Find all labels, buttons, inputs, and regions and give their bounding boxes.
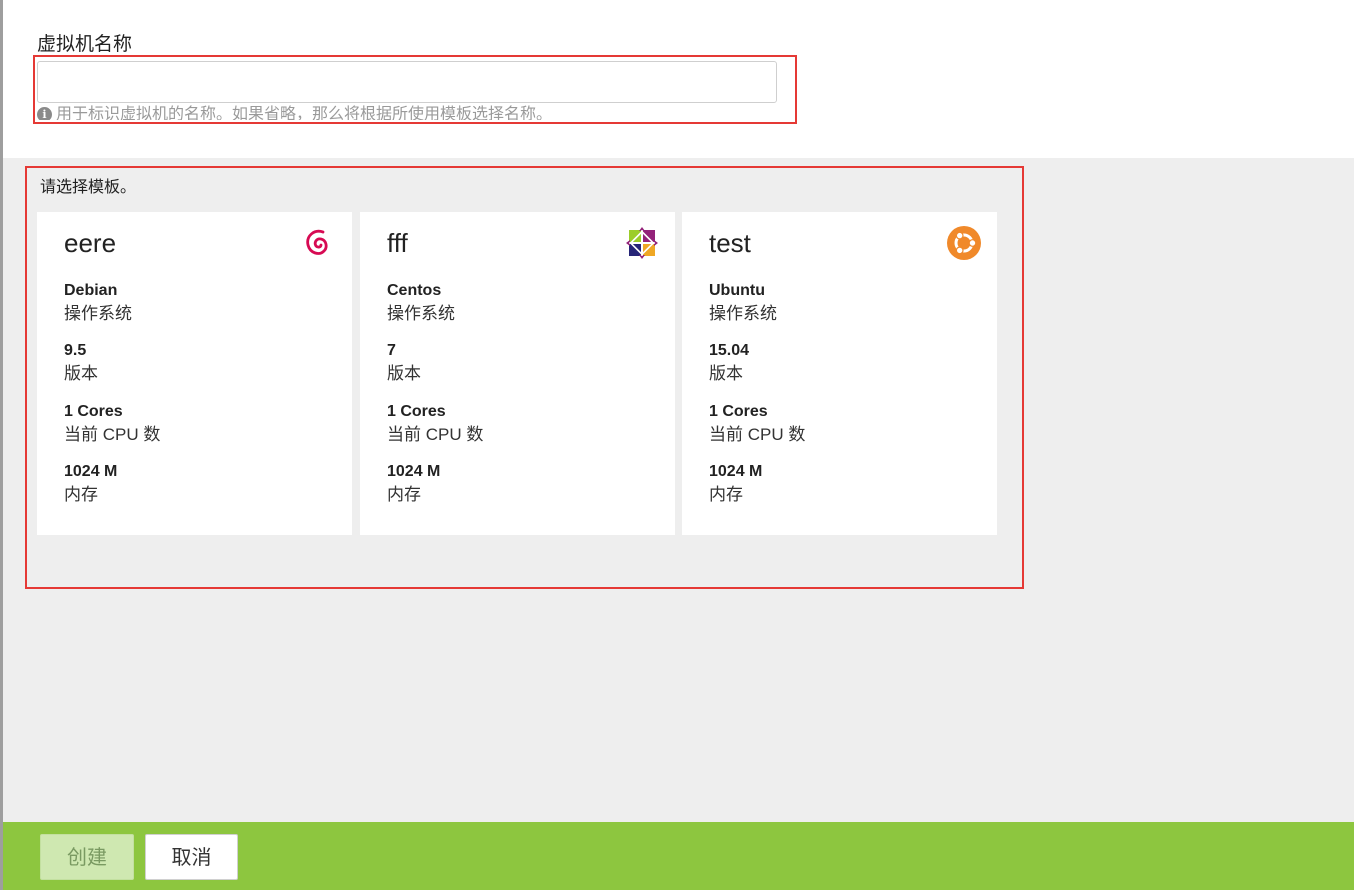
create-vm-dialog: 虚拟机名称 i 用于标识虚拟机的名称。如果省略，那么将根据所使用模板选择名称。 请… — [0, 0, 1354, 890]
name-field-highlight — [33, 55, 797, 124]
cancel-button[interactable]: 取消 — [145, 834, 238, 880]
create-button[interactable]: 创建 — [40, 834, 134, 880]
vm-name-label: 虚拟机名称 — [37, 34, 133, 55]
footer-bar: 创建 取消 — [3, 822, 1354, 890]
template-list-highlight — [25, 166, 1024, 589]
